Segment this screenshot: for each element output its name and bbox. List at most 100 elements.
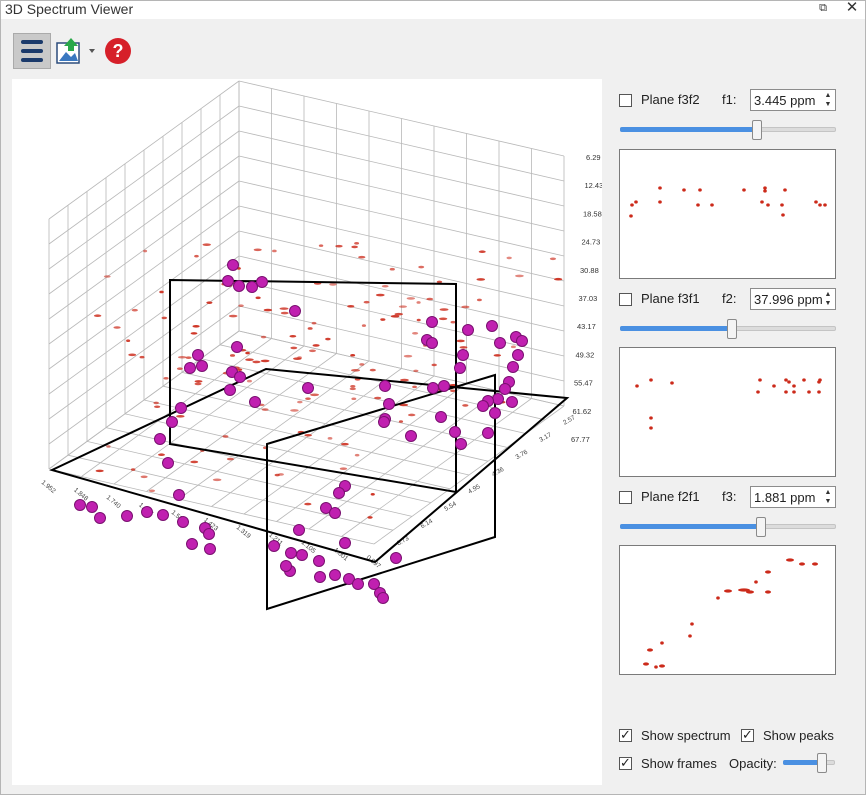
preview-spectrum-dot [765,590,771,594]
spectrum-contour-blob [339,467,348,471]
slider-thumb[interactable] [727,319,737,339]
close-icon[interactable]: ✕ [845,0,859,16]
spectrum-contour-blob [462,404,469,407]
spectrum-contour-blob [289,334,297,338]
spectrum-contour-blob [261,408,269,411]
spectrum-contour-blob [194,382,202,386]
menu-button[interactable] [13,33,51,69]
show-spectrum-checkbox[interactable] [619,727,632,743]
plane-f3f2-ppm-value[interactable]: 3.445 ppm [754,93,815,108]
preview-spectrum-dot [658,200,662,204]
right-axis-tick-label: 18.58 [583,209,602,218]
spectrum-contour-blob [389,267,395,271]
spectrum-contour-blob [194,254,199,258]
plane-f3f2-slider[interactable] [620,120,836,140]
help-button[interactable]: ? [101,33,135,69]
plane-f2f1-slider[interactable] [620,517,836,537]
plane-f3f1-ppm-value[interactable]: 37.996 ppm [754,292,823,307]
spectrum-contour-blob [245,351,250,355]
plane-f2f1-checkbox[interactable] [619,491,632,504]
spin-up-icon[interactable]: ▲ [823,290,833,299]
preview-spectrum-dot [786,558,794,562]
peak-marker [379,380,391,392]
show-frames-label: Show frames [641,756,717,771]
spectrum-contour-blob [351,369,360,372]
spectrum-contour-blob [363,300,370,304]
plot-canvas[interactable]: 6.29 12.43 18.58 24.73 30.88 37.03 43.17 49.32 5… [12,79,602,785]
spectrum-contour-blob [549,257,557,261]
spin-down-icon[interactable]: ▼ [823,497,833,506]
spectrum-contour-blob [158,453,165,457]
plane-f3f1-slider[interactable] [620,319,836,339]
spectrum-contour-blob [131,308,138,312]
opacity-slider-thumb[interactable] [817,753,827,773]
spin-up-icon[interactable]: ▲ [823,91,833,100]
peak-marker [516,335,528,347]
preview-spectrum-dot [682,188,686,192]
spectrum-contour-blob [416,318,421,322]
spectrum-contour-blob [506,256,512,260]
plane-f3f2-checkbox[interactable] [619,94,632,107]
spectrum-contour-blob [459,346,468,349]
peak-marker [499,383,511,395]
peak-marker [186,538,198,550]
spectrum-viewer-window: 3D Spectrum Viewer ⧉ ✕ ? 6.29 12.43 18.58 2… [0,0,866,795]
preview-spectrum-dot [807,390,811,394]
spectrum-contour-blob [325,337,331,341]
spectrum-contour-blob [297,400,303,404]
preview-spectrum-dot [823,203,827,207]
spectrum-3d-plot[interactable]: 6.29 12.43 18.58 24.73 30.88 37.03 43.17 49.32 5… [12,79,602,785]
right-axis-tick-label: 43.17 [577,322,596,331]
peak-marker [296,549,308,561]
spectrum-contour-blob [194,380,203,383]
show-spectrum-label: Show spectrum [641,728,731,743]
preview-spectrum-dot [716,596,720,600]
plane-f2f1-ppm-value[interactable]: 1.881 ppm [754,490,815,505]
peak-marker [157,509,169,521]
spectrum-contour-blob [416,301,421,304]
opacity-slider[interactable] [783,753,835,773]
spin-up-icon[interactable]: ▲ [823,488,833,497]
spectrum-contour-blob [293,357,302,360]
spectrum-contour-blob [245,358,254,362]
slider-thumb[interactable] [756,517,766,537]
spin-down-icon[interactable]: ▼ [823,299,833,308]
spectrum-contour-blob [381,284,389,288]
preview-spectrum-dot [818,203,822,207]
plane-f2f1-ppm-spinbox[interactable]: 1.881 ppm ▲ ▼ [750,486,836,508]
spectrum-contour-blob [143,249,148,253]
plane-f3f1-ppm-spinbox[interactable]: 37.996 ppm ▲ ▼ [750,288,836,310]
spectrum-contour-blob [478,250,486,254]
spectrum-contour-blob [106,445,111,448]
spectrum-contour-blob [126,339,131,342]
show-frames-checkbox[interactable] [619,755,632,771]
spectrum-contour-blob [394,312,404,316]
plane-f3f2-ppm-spinbox[interactable]: 3.445 ppm ▲ ▼ [750,89,836,111]
restore-icon[interactable]: ⧉ [817,2,829,14]
peak-marker [390,552,402,564]
peak-marker [449,426,461,438]
plane-f2f1-preview [619,545,836,675]
preview-spectrum-dot [658,186,662,190]
peak-marker [192,349,204,361]
spin-down-icon[interactable]: ▼ [823,100,833,109]
plane-f3f1-checkbox[interactable] [619,293,632,306]
slider-fill [620,127,756,132]
slider-thumb[interactable] [752,120,762,140]
right-axis-tick-label: 30.88 [580,266,599,275]
peak-marker [234,371,246,383]
peak-marker [492,393,504,405]
peak-marker [477,400,489,412]
right-axis-tick-label: 6.29 [586,153,601,162]
spectrum-contour-blob [304,502,312,506]
peak-marker [494,337,506,349]
plane-f3f2-label: Plane f3f2 [641,92,700,107]
export-image-button[interactable] [55,33,99,69]
spectrum-contour-blob [312,344,320,347]
plane-f3f1-axis-label: f2: [722,291,737,306]
spectrum-contour-blob [358,255,366,259]
spectrum-contour-blob [190,460,199,464]
show-peaks-checkbox[interactable] [741,727,754,743]
spectrum-contour-blob [340,442,349,446]
spectrum-contour-blob [305,397,311,401]
